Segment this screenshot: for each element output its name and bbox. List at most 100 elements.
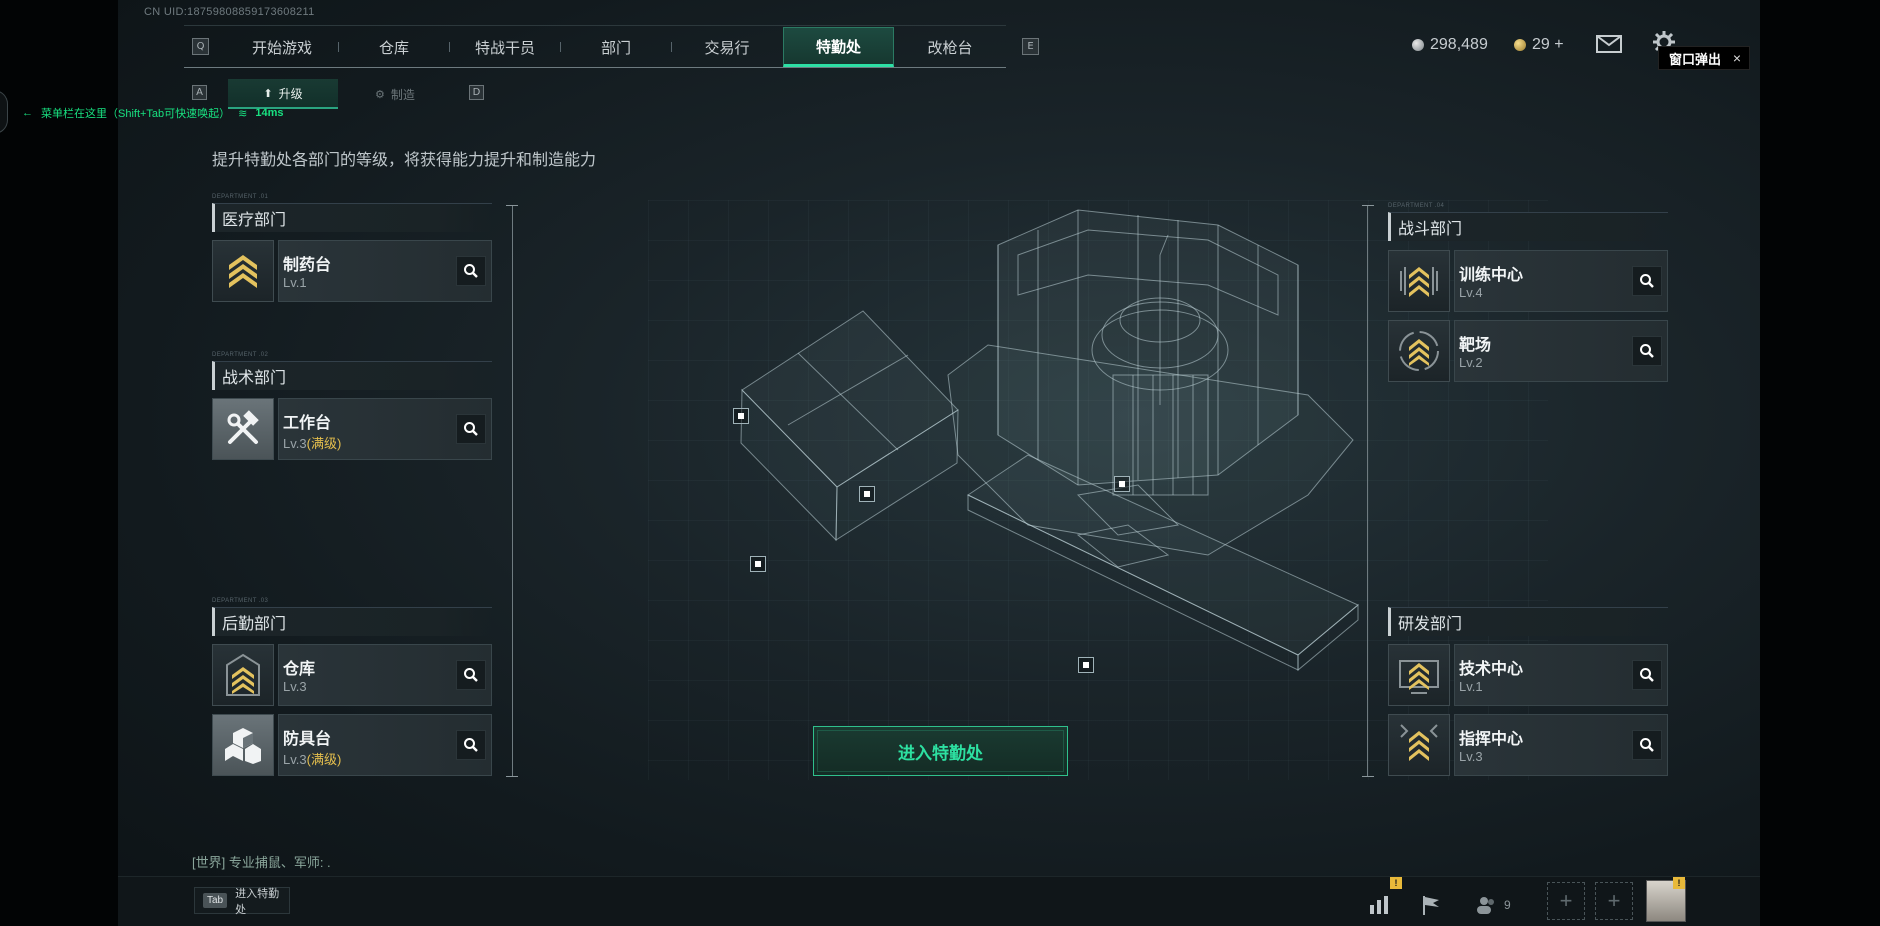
command-center-icon bbox=[1388, 714, 1450, 776]
warehouse-card[interactable]: 仓库 Lv.3 bbox=[278, 644, 492, 706]
tab-trading[interactable]: 交易行 bbox=[681, 27, 773, 67]
left-bracket bbox=[512, 206, 513, 776]
nav-divider bbox=[560, 42, 561, 52]
window-popup-label: 窗口弹出 bbox=[1669, 51, 1722, 67]
search-icon[interactable] bbox=[1632, 336, 1662, 366]
close-icon[interactable]: × bbox=[1733, 50, 1741, 66]
facility-marker[interactable] bbox=[1114, 476, 1130, 492]
tab-shortcut-label: 进入特勤处 bbox=[235, 887, 280, 916]
nav-next-key[interactable]: E bbox=[1022, 38, 1039, 55]
friends-button[interactable]: 9 bbox=[1476, 890, 1524, 920]
tab-department[interactable]: 部门 bbox=[570, 27, 662, 67]
facility-level: Lv.2 bbox=[1459, 355, 1483, 370]
search-icon[interactable] bbox=[456, 414, 486, 444]
tab-warehouse[interactable]: 仓库 bbox=[348, 27, 440, 67]
pharmacy-card[interactable]: 制药台 Lv.1 bbox=[278, 240, 492, 302]
nav-divider bbox=[671, 42, 672, 52]
facility-name: 技术中心 bbox=[1459, 661, 1524, 678]
facility-marker[interactable] bbox=[733, 408, 749, 424]
level-value: Lv.3 bbox=[283, 752, 307, 767]
hammer-wrench-icon bbox=[212, 398, 274, 460]
department-tag: DEPARTMENT .04 bbox=[1388, 203, 1445, 209]
wifi-icon: ≋ bbox=[238, 107, 248, 120]
tab-special-ops[interactable]: 特勤处 bbox=[783, 27, 894, 67]
facility-name: 制药台 bbox=[283, 257, 332, 274]
tab-start-game[interactable]: 开始游戏 bbox=[236, 27, 328, 67]
subtab-prev-key[interactable]: A bbox=[192, 85, 207, 100]
department-tag: DEPARTMENT .02 bbox=[212, 352, 269, 358]
menu-hint-notice[interactable]: ← 菜单栏在这里（Shift+Tab可快速唤起） ≋ 14ms bbox=[0, 90, 300, 134]
ping-value: 14ms bbox=[255, 107, 284, 119]
menu-drawer-handle[interactable] bbox=[0, 90, 8, 134]
workbench-card[interactable]: 工作台 Lv.3(满级) bbox=[278, 398, 492, 460]
flag-icon[interactable] bbox=[1416, 890, 1446, 920]
nav-prev-key[interactable]: Q bbox=[192, 38, 209, 55]
add-teammate-slot[interactable]: + bbox=[1595, 882, 1633, 920]
command-center-card[interactable]: 指挥中心 Lv.3 bbox=[1454, 714, 1668, 776]
facility-name: 防具台 bbox=[283, 731, 332, 748]
silver-currency: 298,489 bbox=[1412, 36, 1488, 54]
pharmacy-icon bbox=[212, 240, 274, 302]
armor-bench-card[interactable]: 防具台 Lv.3(满级) bbox=[278, 714, 492, 776]
tab-operators[interactable]: 特战干员 bbox=[459, 27, 551, 67]
right-bracket bbox=[1367, 206, 1368, 776]
search-icon[interactable] bbox=[1632, 266, 1662, 296]
subtab-next-key[interactable]: D bbox=[469, 85, 484, 100]
research-department-title: 研发部门 bbox=[1388, 607, 1668, 636]
craft-icon: ⚙ bbox=[375, 88, 385, 101]
search-icon[interactable] bbox=[456, 256, 486, 286]
friends-icon bbox=[1477, 897, 1494, 914]
facility-marker[interactable] bbox=[1078, 657, 1094, 673]
upgrade-icon: ⬆ bbox=[263, 87, 273, 100]
gold-amount: 29 + bbox=[1532, 36, 1564, 53]
search-icon[interactable] bbox=[1632, 660, 1662, 690]
bracket-cap bbox=[506, 776, 518, 777]
combat-department-title: 战斗部门 bbox=[1388, 212, 1668, 241]
search-icon[interactable] bbox=[456, 730, 486, 760]
search-icon[interactable] bbox=[456, 660, 486, 690]
department-tag: DEPARTMENT .03 bbox=[212, 598, 269, 604]
world-chat-line[interactable]: [世界] 专业捕鼠、军师: . bbox=[192, 852, 331, 871]
mail-icon[interactable] bbox=[1596, 34, 1622, 59]
stats-chart-icon[interactable] bbox=[1364, 890, 1394, 920]
facility-name: 训练中心 bbox=[1459, 267, 1524, 284]
training-center-icon bbox=[1388, 250, 1450, 312]
add-teammate-slot[interactable]: + bbox=[1547, 882, 1585, 920]
bracket-cap bbox=[1362, 776, 1374, 777]
silver-amount: 298,489 bbox=[1430, 36, 1488, 53]
facility-level: Lv.4 bbox=[1459, 285, 1483, 300]
max-level-tag: (满级) bbox=[306, 436, 342, 451]
gold-currency[interactable]: 29 + bbox=[1514, 36, 1564, 54]
department-tag: DEPARTMENT .01 bbox=[212, 194, 269, 200]
subtab-craft[interactable]: ⚙ 制造 bbox=[340, 79, 450, 109]
facility-wireframe bbox=[740, 209, 1359, 672]
back-arrow-icon: ← bbox=[22, 107, 33, 119]
notification-badge: ! bbox=[1390, 877, 1402, 889]
tech-center-card[interactable]: 技术中心 Lv.1 bbox=[1454, 644, 1668, 706]
notification-badge: ! bbox=[1673, 877, 1685, 889]
plus-icon: + bbox=[1607, 888, 1621, 913]
facility-marker[interactable] bbox=[859, 486, 875, 502]
search-icon[interactable] bbox=[1632, 730, 1662, 760]
silver-coin-icon bbox=[1412, 39, 1424, 51]
page-description: 提升特勤处各部门的等级，将获得能力提升和制造能力 bbox=[212, 152, 597, 169]
facility-level: Lv.1 bbox=[283, 275, 307, 290]
training-center-card[interactable]: 训练中心 Lv.4 bbox=[1454, 250, 1668, 312]
facility-name: 工作台 bbox=[283, 415, 332, 432]
player-uid: CN UID:187598088591736082​11 bbox=[144, 6, 315, 18]
menu-hint-text: 菜单栏在这里（Shift+Tab可快速唤起） bbox=[41, 108, 231, 120]
shooting-range-card[interactable]: 靶场 Lv.2 bbox=[1454, 320, 1668, 382]
tech-center-icon bbox=[1388, 644, 1450, 706]
facility-marker[interactable] bbox=[750, 556, 766, 572]
facility-level: Lv.3(满级) bbox=[283, 749, 341, 768]
tab-shortcut-hint[interactable]: Tab 进入特勤处 bbox=[194, 887, 290, 916]
window-popup-button[interactable]: 窗口弹出 × bbox=[1658, 46, 1750, 70]
tab-gunsmith[interactable]: 改枪台 bbox=[904, 27, 996, 67]
warehouse-icon bbox=[212, 644, 274, 706]
facility-level: Lv.3(满级) bbox=[283, 433, 341, 452]
facility-level: Lv.1 bbox=[1459, 679, 1483, 694]
enter-special-ops-button[interactable]: 进入特勤处 bbox=[813, 726, 1068, 776]
facility-name: 仓库 bbox=[283, 661, 316, 678]
enter-button-label: 进入特勤处 bbox=[898, 743, 983, 763]
facility-name: 指挥中心 bbox=[1459, 731, 1524, 748]
